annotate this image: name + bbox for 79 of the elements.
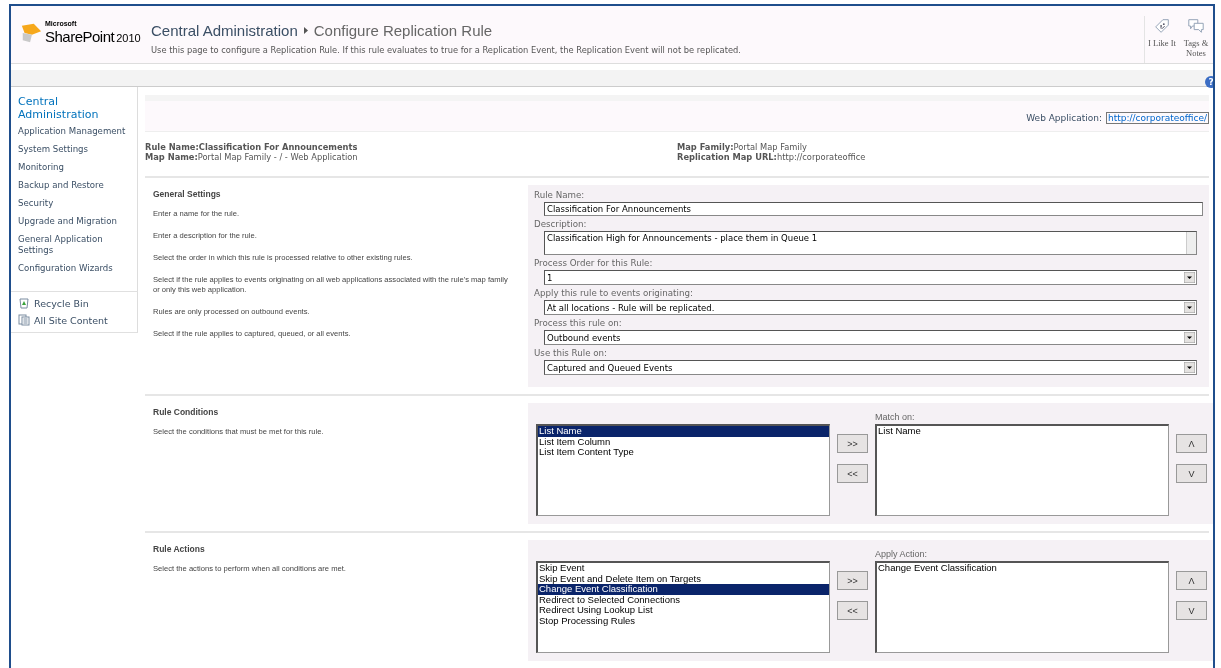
speech-bubbles-icon — [1187, 17, 1205, 35]
available-listbox[interactable]: List Name List Item Column List Item Content Type — [536, 424, 830, 516]
move-down-button[interactable]: V — [1176, 464, 1207, 483]
chosen-listbox[interactable]: Change Event Classification — [875, 561, 1169, 653]
list-option[interactable]: Change Event Classification — [538, 584, 829, 595]
available-listbox[interactable]: Skip Event Skip Event and Delete Item on Targets Change Event Classification Redirect to Selected Connections Redirect Using Lookup List Stop Processing Rules — [536, 561, 830, 653]
move-down-button[interactable]: V — [1176, 601, 1207, 620]
field-label: Process Order for this Rule: — [534, 258, 654, 268]
add-button[interactable]: >> — [837, 571, 868, 590]
dropdown-arrow-icon — [1184, 362, 1195, 373]
sidebar-item[interactable]: Application Management — [18, 126, 136, 137]
dropdown-arrow-icon — [1184, 302, 1195, 313]
product-version: 2010 — [116, 32, 141, 44]
info-label: Map Family: — [677, 142, 734, 152]
sidebar-item[interactable]: Monitoring — [18, 162, 136, 173]
web-application-label: Web Application: — [1026, 112, 1103, 123]
section-title: General Settings — [153, 189, 222, 199]
remove-button[interactable]: << — [837, 464, 868, 483]
social-button[interactable]: Tags & Notes — [1179, 16, 1213, 63]
info-label: Replication Map URL: — [677, 152, 777, 162]
sidebar-item[interactable]: Security — [18, 198, 136, 209]
list-option[interactable]: Stop Processing Rules — [538, 615, 829, 626]
list-option[interactable]: Redirect to Selected Connections — [538, 594, 829, 605]
field-label: Rule Name: — [534, 190, 586, 200]
dropdown[interactable]: Captured and Queued Events — [544, 360, 1197, 375]
breadcrumb-link[interactable]: Central Administration — [151, 22, 298, 39]
info-value: http://corporateoffice — [776, 152, 866, 162]
move-up-button[interactable]: Λ — [1176, 571, 1207, 590]
dropdown[interactable]: 1 — [544, 270, 1197, 285]
list-option[interactable]: List Item Column — [538, 436, 829, 447]
list-option[interactable]: Change Event Classification — [877, 563, 1168, 574]
page-description: Use this page to configure a Replication Rule. If this rule evaluates to true for a Replication Event, the Replication Event will not be replicated. — [151, 45, 742, 55]
info-label: Map Name: — [145, 152, 198, 162]
chosen-list-label: Apply Action: — [875, 549, 929, 560]
product-name: SharePoint — [45, 28, 115, 45]
field-label: Process this rule on: — [534, 318, 623, 328]
sidebar-item[interactable]: Upgrade and Migration — [18, 216, 136, 227]
dropdown[interactable]: At all locations - Rule will be replicated. — [544, 300, 1197, 315]
web-application-link[interactable]: http://corporateoffice/ — [1106, 111, 1209, 124]
info-label: Rule Name: — [145, 142, 199, 152]
recycle-bin-icon — [18, 297, 30, 309]
field-label: Apply this rule to events originating: — [534, 288, 694, 298]
section-title: Rule Actions — [153, 544, 206, 554]
section-title: Rule Conditions — [153, 407, 220, 417]
info-value: Portal Map Family - / - Web Application — [197, 152, 358, 162]
breadcrumb-arrow-icon — [303, 27, 308, 34]
info-value: Portal Map Family — [733, 142, 807, 152]
sidebar-item[interactable]: General Application Settings — [18, 234, 136, 256]
dropdown-arrow-icon — [1184, 272, 1195, 283]
sidebar-heading[interactable]: Central Administration — [18, 95, 128, 121]
text-field[interactable]: Classification For Announcements — [544, 202, 1203, 216]
chosen-listbox[interactable]: List Name — [875, 424, 1169, 516]
scrollbar[interactable] — [1186, 232, 1196, 254]
info-value: Classification For Announcements — [198, 142, 358, 152]
social-button[interactable]: I Like It — [1145, 16, 1179, 63]
list-option[interactable]: Skip Event — [538, 563, 829, 574]
description-field[interactable]: Classification High for Announcements - place them in Queue 1 — [544, 231, 1197, 255]
dropdown-arrow-icon — [1184, 332, 1195, 343]
sidebar-item[interactable]: Configuration Wizards — [18, 263, 136, 274]
help-icon[interactable]: ? — [1205, 76, 1213, 88]
dropdown[interactable]: Outbound events — [544, 330, 1197, 345]
field-label: Description: — [534, 219, 588, 229]
field-label: Use this Rule on: — [534, 348, 609, 358]
list-option[interactable]: List Name — [877, 426, 1168, 437]
list-option[interactable]: List Name — [538, 426, 829, 437]
list-option[interactable]: Redirect Using Lookup List — [538, 605, 829, 616]
page-title: Configure Replication Rule — [313, 22, 493, 39]
smiley-tag-icon — [1153, 17, 1171, 35]
list-option[interactable]: List Item Content Type — [538, 447, 829, 458]
add-button[interactable]: >> — [837, 434, 868, 453]
sidebar-item[interactable]: System Settings — [18, 144, 136, 155]
move-up-button[interactable]: Λ — [1176, 434, 1207, 453]
list-option[interactable]: Skip Event and Delete Item on Targets — [538, 573, 829, 584]
sidebar-link[interactable]: Recycle Bin — [18, 297, 137, 309]
sidebar-link[interactable]: All Site Content — [18, 314, 137, 326]
documents-icon — [18, 314, 30, 326]
remove-button[interactable]: << — [837, 601, 868, 620]
chosen-list-label: Match on: — [875, 412, 916, 423]
sidebar-item[interactable]: Backup and Restore — [18, 180, 136, 191]
